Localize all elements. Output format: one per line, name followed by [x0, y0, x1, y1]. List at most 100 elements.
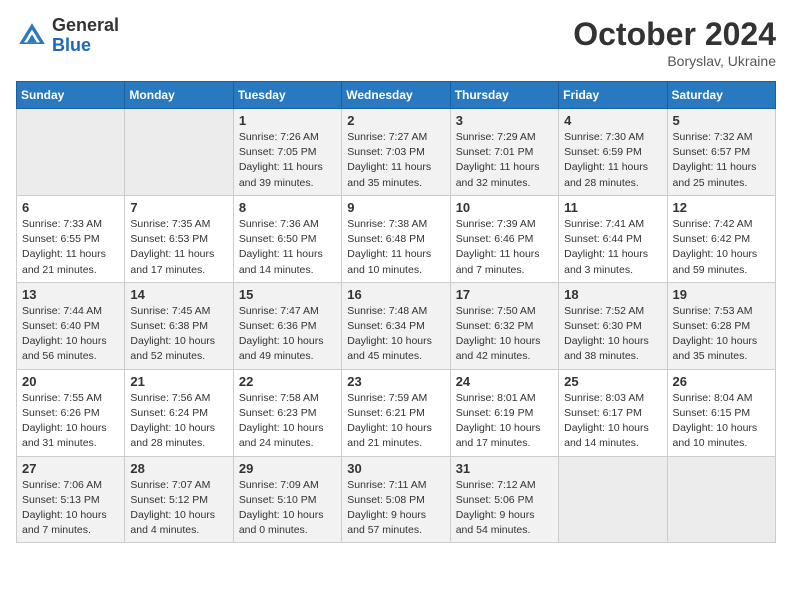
location: Boryslav, Ukraine: [573, 53, 776, 69]
day-number: 18: [564, 287, 661, 302]
day-number: 28: [130, 461, 227, 476]
day-info: Sunrise: 7:32 AM Sunset: 6:57 PM Dayligh…: [673, 130, 770, 191]
day-info: Sunrise: 7:29 AM Sunset: 7:01 PM Dayligh…: [456, 130, 553, 191]
day-number: 9: [347, 200, 444, 215]
page-header: General Blue October 2024 Boryslav, Ukra…: [16, 16, 776, 69]
calendar-day-cell: 23 Sunrise: 7:59 AM Sunset: 6:21 PM Dayli…: [342, 369, 450, 456]
day-number: 23: [347, 374, 444, 389]
day-info: Sunrise: 7:55 AM Sunset: 6:26 PM Dayligh…: [22, 391, 119, 452]
weekday-header: Wednesday: [342, 82, 450, 109]
day-number: 27: [22, 461, 119, 476]
calendar-day-cell: 12Sunrise: 7:42 AM Sunset: 6:42 PM Dayli…: [667, 195, 775, 282]
weekday-header: Friday: [559, 82, 667, 109]
calendar-day-cell: 14Sunrise: 7:45 AM Sunset: 6:38 PM Dayli…: [125, 282, 233, 369]
day-number: 1: [239, 113, 336, 128]
day-info: Sunrise: 7:27 AM Sunset: 7:03 PM Dayligh…: [347, 130, 444, 191]
day-number: 17: [456, 287, 553, 302]
weekday-header: Thursday: [450, 82, 558, 109]
day-info: Sunrise: 7:30 AM Sunset: 6:59 PM Dayligh…: [564, 130, 661, 191]
day-info: Sunrise: 7:50 AM Sunset: 6:32 PM Dayligh…: [456, 304, 553, 365]
day-number: 6: [22, 200, 119, 215]
day-number: 13: [22, 287, 119, 302]
day-info: Sunrise: 7:38 AM Sunset: 6:48 PM Dayligh…: [347, 217, 444, 278]
day-info: Sunrise: 7:59 AM Sunset: 6:21 PM Dayligh…: [347, 391, 444, 452]
calendar-day-cell: 28 Sunrise: 7:07 AM Sunset: 5:12 PM Dayli…: [125, 456, 233, 543]
calendar-day-cell: 19 Sunrise: 7:53 AM Sunset: 6:28 PM Dayli…: [667, 282, 775, 369]
day-number: 31: [456, 461, 553, 476]
calendar-day-cell: 15Sunrise: 7:47 AM Sunset: 6:36 PM Dayli…: [233, 282, 341, 369]
calendar-day-cell: 5 Sunrise: 7:32 AM Sunset: 6:57 PM Daylig…: [667, 109, 775, 196]
weekday-header: Saturday: [667, 82, 775, 109]
day-info: Sunrise: 7:36 AM Sunset: 6:50 PM Dayligh…: [239, 217, 336, 278]
logo-icon: [16, 20, 48, 52]
day-info: Sunrise: 7:48 AM Sunset: 6:34 PM Dayligh…: [347, 304, 444, 365]
weekday-header: Sunday: [17, 82, 125, 109]
calendar-day-cell: [559, 456, 667, 543]
day-number: 7: [130, 200, 227, 215]
calendar-day-cell: 31 Sunrise: 7:12 AM Sunset: 5:06 PM Dayli…: [450, 456, 558, 543]
calendar-table: SundayMondayTuesdayWednesdayThursdayFrid…: [16, 81, 776, 543]
day-info: Sunrise: 7:35 AM Sunset: 6:53 PM Dayligh…: [130, 217, 227, 278]
calendar-day-cell: 29Sunrise: 7:09 AM Sunset: 5:10 PM Dayli…: [233, 456, 341, 543]
day-info: Sunrise: 7:45 AM Sunset: 6:38 PM Dayligh…: [130, 304, 227, 365]
day-info: Sunrise: 7:39 AM Sunset: 6:46 PM Dayligh…: [456, 217, 553, 278]
title-block: October 2024 Boryslav, Ukraine: [573, 16, 776, 69]
calendar-day-cell: [17, 109, 125, 196]
calendar-week-row: 6 Sunrise: 7:33 AM Sunset: 6:55 PM Daylig…: [17, 195, 776, 282]
day-number: 15: [239, 287, 336, 302]
month-title: October 2024: [573, 16, 776, 53]
calendar-week-row: 13 Sunrise: 7:44 AM Sunset: 6:40 PM Dayli…: [17, 282, 776, 369]
calendar-day-cell: [125, 109, 233, 196]
day-info: Sunrise: 7:33 AM Sunset: 6:55 PM Dayligh…: [22, 217, 119, 278]
calendar-day-cell: 8Sunrise: 7:36 AM Sunset: 6:50 PM Daylig…: [233, 195, 341, 282]
calendar-day-cell: 16 Sunrise: 7:48 AM Sunset: 6:34 PM Dayli…: [342, 282, 450, 369]
day-number: 24: [456, 374, 553, 389]
weekday-header: Monday: [125, 82, 233, 109]
day-number: 5: [673, 113, 770, 128]
day-info: Sunrise: 8:04 AM Sunset: 6:15 PM Dayligh…: [673, 391, 770, 452]
day-number: 11: [564, 200, 661, 215]
day-info: Sunrise: 7:11 AM Sunset: 5:08 PM Dayligh…: [347, 478, 444, 539]
calendar-day-cell: 3 Sunrise: 7:29 AM Sunset: 7:01 PM Daylig…: [450, 109, 558, 196]
calendar-day-cell: 25 Sunrise: 8:03 AM Sunset: 6:17 PM Dayli…: [559, 369, 667, 456]
day-number: 22: [239, 374, 336, 389]
day-info: Sunrise: 7:42 AM Sunset: 6:42 PM Dayligh…: [673, 217, 770, 278]
calendar-week-row: 1Sunrise: 7:26 AM Sunset: 7:05 PM Daylig…: [17, 109, 776, 196]
calendar-day-cell: 30 Sunrise: 7:11 AM Sunset: 5:08 PM Dayli…: [342, 456, 450, 543]
calendar-day-cell: 4 Sunrise: 7:30 AM Sunset: 6:59 PM Daylig…: [559, 109, 667, 196]
calendar-day-cell: 9 Sunrise: 7:38 AM Sunset: 6:48 PM Daylig…: [342, 195, 450, 282]
calendar-day-cell: 11 Sunrise: 7:41 AM Sunset: 6:44 PM Dayli…: [559, 195, 667, 282]
day-number: 25: [564, 374, 661, 389]
day-info: Sunrise: 7:53 AM Sunset: 6:28 PM Dayligh…: [673, 304, 770, 365]
day-info: Sunrise: 8:01 AM Sunset: 6:19 PM Dayligh…: [456, 391, 553, 452]
day-number: 30: [347, 461, 444, 476]
calendar-day-cell: 1Sunrise: 7:26 AM Sunset: 7:05 PM Daylig…: [233, 109, 341, 196]
day-number: 3: [456, 113, 553, 128]
calendar-day-cell: 6 Sunrise: 7:33 AM Sunset: 6:55 PM Daylig…: [17, 195, 125, 282]
day-info: Sunrise: 7:58 AM Sunset: 6:23 PM Dayligh…: [239, 391, 336, 452]
day-info: Sunrise: 7:07 AM Sunset: 5:12 PM Dayligh…: [130, 478, 227, 539]
calendar-day-cell: 7 Sunrise: 7:35 AM Sunset: 6:53 PM Daylig…: [125, 195, 233, 282]
day-info: Sunrise: 7:44 AM Sunset: 6:40 PM Dayligh…: [22, 304, 119, 365]
day-info: Sunrise: 7:52 AM Sunset: 6:30 PM Dayligh…: [564, 304, 661, 365]
calendar-day-cell: 26 Sunrise: 8:04 AM Sunset: 6:15 PM Dayli…: [667, 369, 775, 456]
logo-text: General Blue: [52, 16, 119, 56]
calendar-day-cell: [667, 456, 775, 543]
calendar-day-cell: 22 Sunrise: 7:58 AM Sunset: 6:23 PM Dayli…: [233, 369, 341, 456]
calendar-week-row: 20Sunrise: 7:55 AM Sunset: 6:26 PM Dayli…: [17, 369, 776, 456]
day-number: 4: [564, 113, 661, 128]
day-info: Sunrise: 7:09 AM Sunset: 5:10 PM Dayligh…: [239, 478, 336, 539]
day-number: 16: [347, 287, 444, 302]
day-info: Sunrise: 7:12 AM Sunset: 5:06 PM Dayligh…: [456, 478, 553, 539]
day-number: 26: [673, 374, 770, 389]
calendar-header-row: SundayMondayTuesdayWednesdayThursdayFrid…: [17, 82, 776, 109]
calendar-day-cell: 10Sunrise: 7:39 AM Sunset: 6:46 PM Dayli…: [450, 195, 558, 282]
day-number: 19: [673, 287, 770, 302]
calendar-day-cell: 21 Sunrise: 7:56 AM Sunset: 6:24 PM Dayli…: [125, 369, 233, 456]
calendar-day-cell: 24 Sunrise: 8:01 AM Sunset: 6:19 PM Dayli…: [450, 369, 558, 456]
day-info: Sunrise: 7:41 AM Sunset: 6:44 PM Dayligh…: [564, 217, 661, 278]
day-number: 21: [130, 374, 227, 389]
calendar-day-cell: 20Sunrise: 7:55 AM Sunset: 6:26 PM Dayli…: [17, 369, 125, 456]
day-info: Sunrise: 8:03 AM Sunset: 6:17 PM Dayligh…: [564, 391, 661, 452]
day-info: Sunrise: 7:56 AM Sunset: 6:24 PM Dayligh…: [130, 391, 227, 452]
